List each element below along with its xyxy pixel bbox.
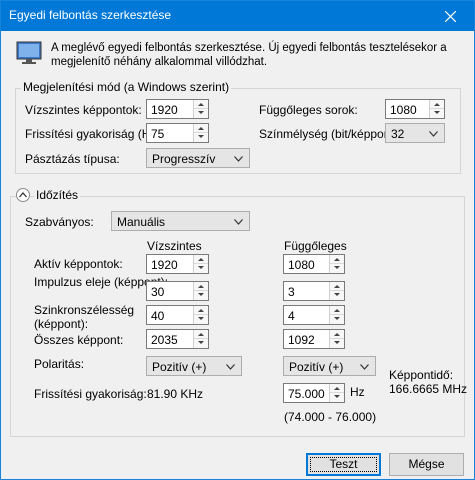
scan-type-label: Pásztázás típusa: xyxy=(25,152,120,166)
stepper-up-button[interactable] xyxy=(194,255,208,264)
refresh-rate-label: Frissítési gyakoriság (Hz): xyxy=(25,127,164,141)
polarity-h-select[interactable]: Pozitív (+) xyxy=(146,356,242,376)
total-pixels-v-stepper[interactable]: 1092 xyxy=(283,329,345,349)
stepper-up-button[interactable] xyxy=(330,282,344,291)
collapse-timing-button[interactable] xyxy=(16,188,30,202)
active-pixels-label: Aktív képpontok: xyxy=(34,257,123,271)
chevron-down-icon xyxy=(234,219,243,225)
total-pixels-label: Összes képpont: xyxy=(34,333,124,347)
test-button[interactable]: Teszt xyxy=(306,453,381,476)
monitor-icon xyxy=(16,41,42,64)
horizontal-refresh-value: 81.90 KHz xyxy=(147,387,204,401)
total-pixels-h-stepper[interactable]: 2035 xyxy=(146,329,209,349)
stepper-up-button[interactable] xyxy=(194,124,208,133)
polarity-label: Polaritás: xyxy=(34,357,85,371)
pixel-clock-label: Képpontidő: xyxy=(389,368,454,382)
horizontal-pixels-stepper[interactable]: 1920 xyxy=(146,99,209,119)
vertical-lines-label: Függőleges sorok: xyxy=(259,103,358,117)
active-pixels-v-stepper[interactable]: 1080 xyxy=(283,254,345,274)
chevron-down-icon xyxy=(234,156,243,162)
column-header-vertical: Függőleges xyxy=(284,239,347,253)
stepper-up-button[interactable] xyxy=(430,100,444,109)
stepper-down-button[interactable] xyxy=(194,291,208,300)
stepper-up-button[interactable] xyxy=(194,306,208,315)
stepper-up-button[interactable] xyxy=(194,100,208,109)
display-mode-group-title: Megjelenítési mód (a Windows szerint) xyxy=(21,80,232,94)
stepper-down-button[interactable] xyxy=(330,291,344,300)
stepper-down-button[interactable] xyxy=(194,339,208,348)
stepper-down-button[interactable] xyxy=(194,264,208,273)
front-porch-v-stepper[interactable]: 3 xyxy=(283,281,345,301)
stepper-up-button[interactable] xyxy=(330,255,344,264)
stepper-up-button[interactable] xyxy=(330,330,344,339)
vertical-refresh-range: (74.000 - 76.000) xyxy=(284,410,377,424)
window-title: Egyedi felbontás szerkesztése xyxy=(9,8,172,22)
scan-type-select[interactable]: Progresszív xyxy=(146,148,250,168)
standard-select[interactable]: Manuális xyxy=(111,211,250,231)
sync-width-v-stepper[interactable]: 4 xyxy=(283,305,345,325)
dialog-window: Egyedi felbontás szerkesztése A meglévő … xyxy=(0,0,475,480)
standard-label: Szabványos: xyxy=(25,215,94,229)
stepper-down-button[interactable] xyxy=(330,264,344,273)
stepper-down-button[interactable] xyxy=(194,133,208,142)
stepper-up-button[interactable] xyxy=(194,330,208,339)
stepper-down-button[interactable] xyxy=(330,315,344,324)
title-bar[interactable]: Egyedi felbontás szerkesztése xyxy=(1,1,474,31)
stepper-down-button[interactable] xyxy=(430,109,444,118)
refresh-frequency-label: Frissítési gyakoriság: xyxy=(34,387,147,401)
vertical-lines-stepper[interactable]: 1080 xyxy=(385,99,445,119)
cancel-button[interactable]: Mégse xyxy=(389,453,464,476)
color-depth-label: Színmélység (bit/képpont): xyxy=(259,127,402,141)
refresh-rate-stepper[interactable]: 75 xyxy=(146,123,209,143)
stepper-down-button[interactable] xyxy=(194,109,208,118)
stepper-up-button[interactable] xyxy=(330,306,344,315)
front-porch-h-stepper[interactable]: 30 xyxy=(146,281,209,301)
stepper-down-button[interactable] xyxy=(330,339,344,348)
horizontal-pixels-label: Vízszintes képpontok: xyxy=(25,103,142,117)
chevron-down-icon xyxy=(226,364,235,370)
color-depth-select[interactable]: 32 xyxy=(385,123,445,143)
chevron-down-icon xyxy=(360,364,369,370)
sync-width-label: Szinkronszélesség (képpont): xyxy=(34,303,135,331)
sync-width-h-stepper[interactable]: 40 xyxy=(146,305,209,325)
timing-section-title: Időzítés xyxy=(34,188,81,202)
polarity-v-select[interactable]: Pozitív (+) xyxy=(283,356,376,376)
chevron-down-icon xyxy=(429,131,438,137)
stepper-up-button[interactable] xyxy=(330,384,344,393)
stepper-down-button[interactable] xyxy=(194,315,208,324)
chevron-up-icon xyxy=(19,192,27,198)
column-header-horizontal: Vízszintes xyxy=(147,239,202,253)
close-button[interactable] xyxy=(428,1,474,31)
vertical-refresh-unit: Hz xyxy=(350,385,365,399)
stepper-down-button[interactable] xyxy=(330,393,344,402)
close-icon xyxy=(445,11,456,22)
active-pixels-h-stepper[interactable]: 1920 xyxy=(146,254,209,274)
vertical-refresh-stepper[interactable]: 75.000 xyxy=(283,383,345,403)
pixel-clock-value: 166.6665 MHz xyxy=(389,382,468,396)
intro-text: A meglévő egyedi felbontás szerkesztése.… xyxy=(51,42,447,68)
stepper-up-button[interactable] xyxy=(194,282,208,291)
